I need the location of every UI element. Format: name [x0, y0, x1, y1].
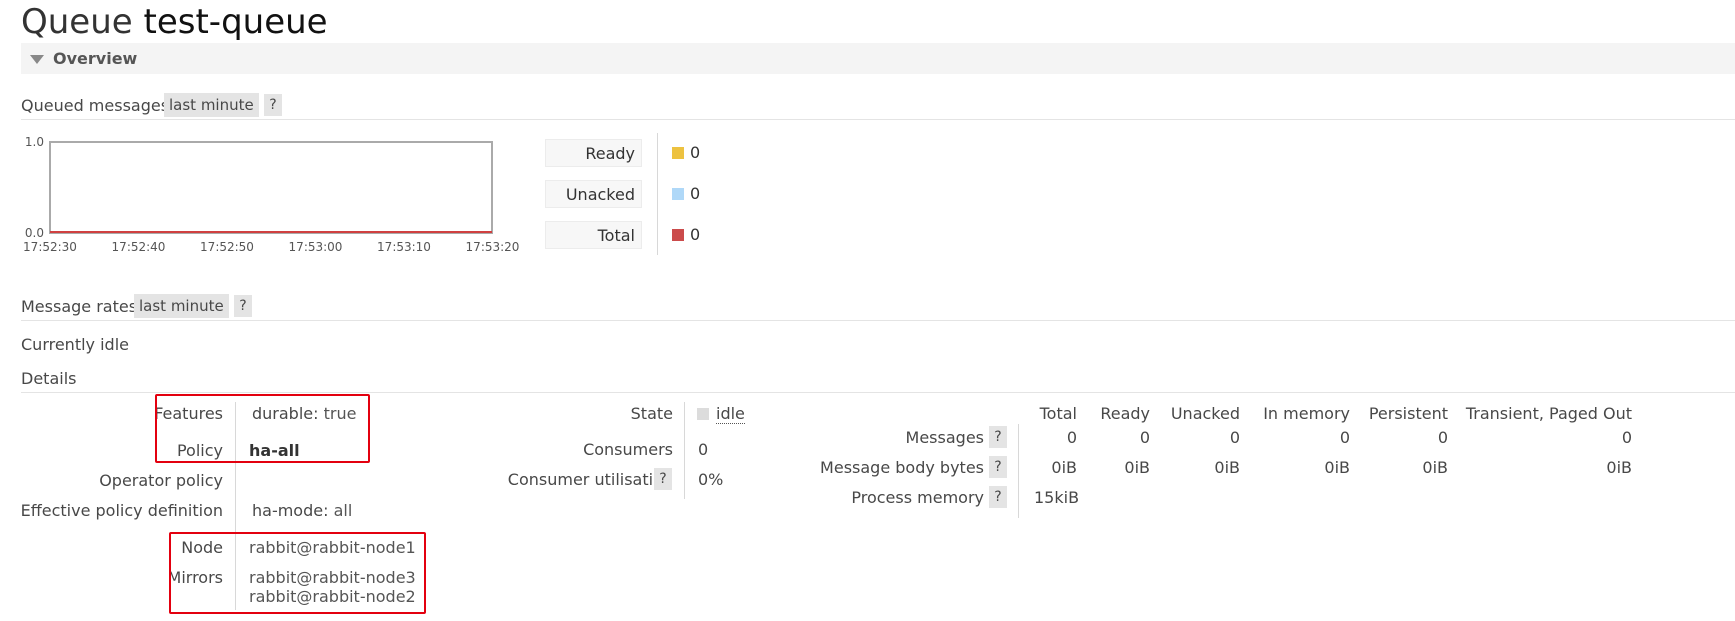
legend-label-unacked: Unacked	[545, 180, 642, 208]
table-row-label: Message body bytes	[820, 458, 984, 477]
x-tick-label: 17:52:50	[200, 240, 254, 254]
consumer-utilisation-label: Consumer utilisation	[508, 470, 673, 489]
table-row-help-button[interactable]: ?	[989, 426, 1007, 448]
x-tick-label: 17:52:30	[23, 240, 77, 254]
consumers-value: 0	[698, 440, 709, 459]
table-column-header: In memory	[1263, 404, 1350, 423]
y-tick-label: 1.0	[25, 135, 44, 149]
table-column-header: Unacked	[1170, 404, 1240, 423]
x-tick-label: 17:53:20	[466, 240, 520, 254]
state-value: idle	[716, 404, 745, 424]
table-cell: 0iB	[1324, 458, 1350, 477]
highlight-box-node-mirrors	[169, 532, 426, 614]
queued-messages-range-button[interactable]: last minute	[164, 93, 259, 117]
table-row-help-button[interactable]: ?	[989, 486, 1007, 508]
consumer-utilisation-value: 0%	[698, 470, 724, 489]
legend-divider	[657, 133, 658, 255]
operator-policy-label: Operator policy	[99, 471, 223, 490]
overview-section-toggle[interactable]: Overview	[21, 43, 1735, 74]
title-prefix: Queue	[21, 2, 133, 42]
table-cell: 0	[1139, 428, 1150, 447]
table-row-help-button[interactable]: ?	[989, 456, 1007, 478]
table-cell: 0iB	[1124, 458, 1150, 477]
queued-messages-title: Queued messages	[21, 96, 170, 115]
page-title: Queue test-queue	[21, 2, 328, 42]
legend-label-ready: Ready	[545, 139, 642, 167]
effective-policy-value: ha-mode: all	[252, 501, 352, 520]
effective-policy-key: ha-mode:	[252, 501, 329, 520]
consumer-utilisation-help-button[interactable]: ?	[654, 468, 672, 490]
table-cell: 0	[1437, 428, 1448, 447]
legend-label-total: Total	[545, 221, 642, 249]
table-cell: 0	[1229, 428, 1240, 447]
details-header: Details	[21, 366, 1735, 393]
x-tick-label: 17:53:10	[377, 240, 431, 254]
message-rates-range-button[interactable]: last minute	[134, 294, 229, 318]
state-idle-text: idle	[716, 404, 745, 424]
legend-value-ready: 0	[690, 143, 701, 162]
table-column-header: Transient, Paged Out	[1465, 404, 1632, 423]
details-middle-divider	[684, 402, 685, 499]
table-row-label: Process memory	[851, 488, 984, 507]
queued-messages-chart: 1.0 0.017:52:30 17:52:40 17:52:50 17:53:00 17…	[23, 135, 520, 254]
legend-swatch-icon	[672, 188, 684, 200]
effective-policy-label: Effective policy definition	[20, 501, 223, 520]
table-column-header: Persistent	[1368, 404, 1448, 423]
highlight-box-features-policy	[155, 394, 370, 463]
message-rates-title: Message rates	[21, 297, 138, 316]
state-label: State	[630, 404, 673, 423]
details-title: Details	[21, 369, 77, 388]
legend-value-total: 0	[690, 225, 701, 244]
message-rates-status: Currently idle	[21, 335, 129, 354]
queued-messages-header: Queued messages last minute ?	[21, 93, 1735, 120]
table-divider	[1018, 424, 1019, 518]
effective-policy-mode: all	[333, 501, 353, 520]
legend-swatch-icon	[672, 147, 684, 159]
table-row-label: Messages	[905, 428, 984, 447]
table-cell: 0iB	[1214, 458, 1240, 477]
x-tick-label: 17:53:00	[289, 240, 343, 254]
table-cell: 0iB	[1422, 458, 1448, 477]
queued-messages-help-button[interactable]: ?	[264, 94, 282, 116]
consumers-label: Consumers	[583, 440, 673, 459]
message-rates-header: Message rates last minute ?	[21, 294, 1735, 321]
collapse-triangle-icon	[30, 55, 44, 64]
legend-swatch-icon	[672, 229, 684, 241]
queue-name: test-queue	[143, 2, 328, 42]
legend-value-unacked: 0	[690, 184, 701, 203]
x-tick-label: 17:52:40	[112, 240, 166, 254]
y-tick-label: 0.0	[25, 226, 44, 240]
table-cell: 0	[1621, 428, 1632, 447]
table-column-header: Total	[1039, 404, 1077, 423]
consumer-utilisation-text: Consumer utilisation	[507, 470, 673, 489]
table-cell: 0	[1066, 428, 1077, 447]
table-cell: 15kiB	[1034, 488, 1080, 507]
table-cell: 0iB	[1606, 458, 1632, 477]
table-cell: 0iB	[1051, 458, 1077, 477]
chart-plot-frame	[49, 141, 493, 234]
state-indicator-icon	[697, 408, 709, 420]
table-cell: 0	[1339, 428, 1350, 447]
message-rates-help-button[interactable]: ?	[234, 295, 252, 317]
overview-label: Overview	[53, 49, 138, 68]
table-column-header: Ready	[1100, 404, 1150, 423]
